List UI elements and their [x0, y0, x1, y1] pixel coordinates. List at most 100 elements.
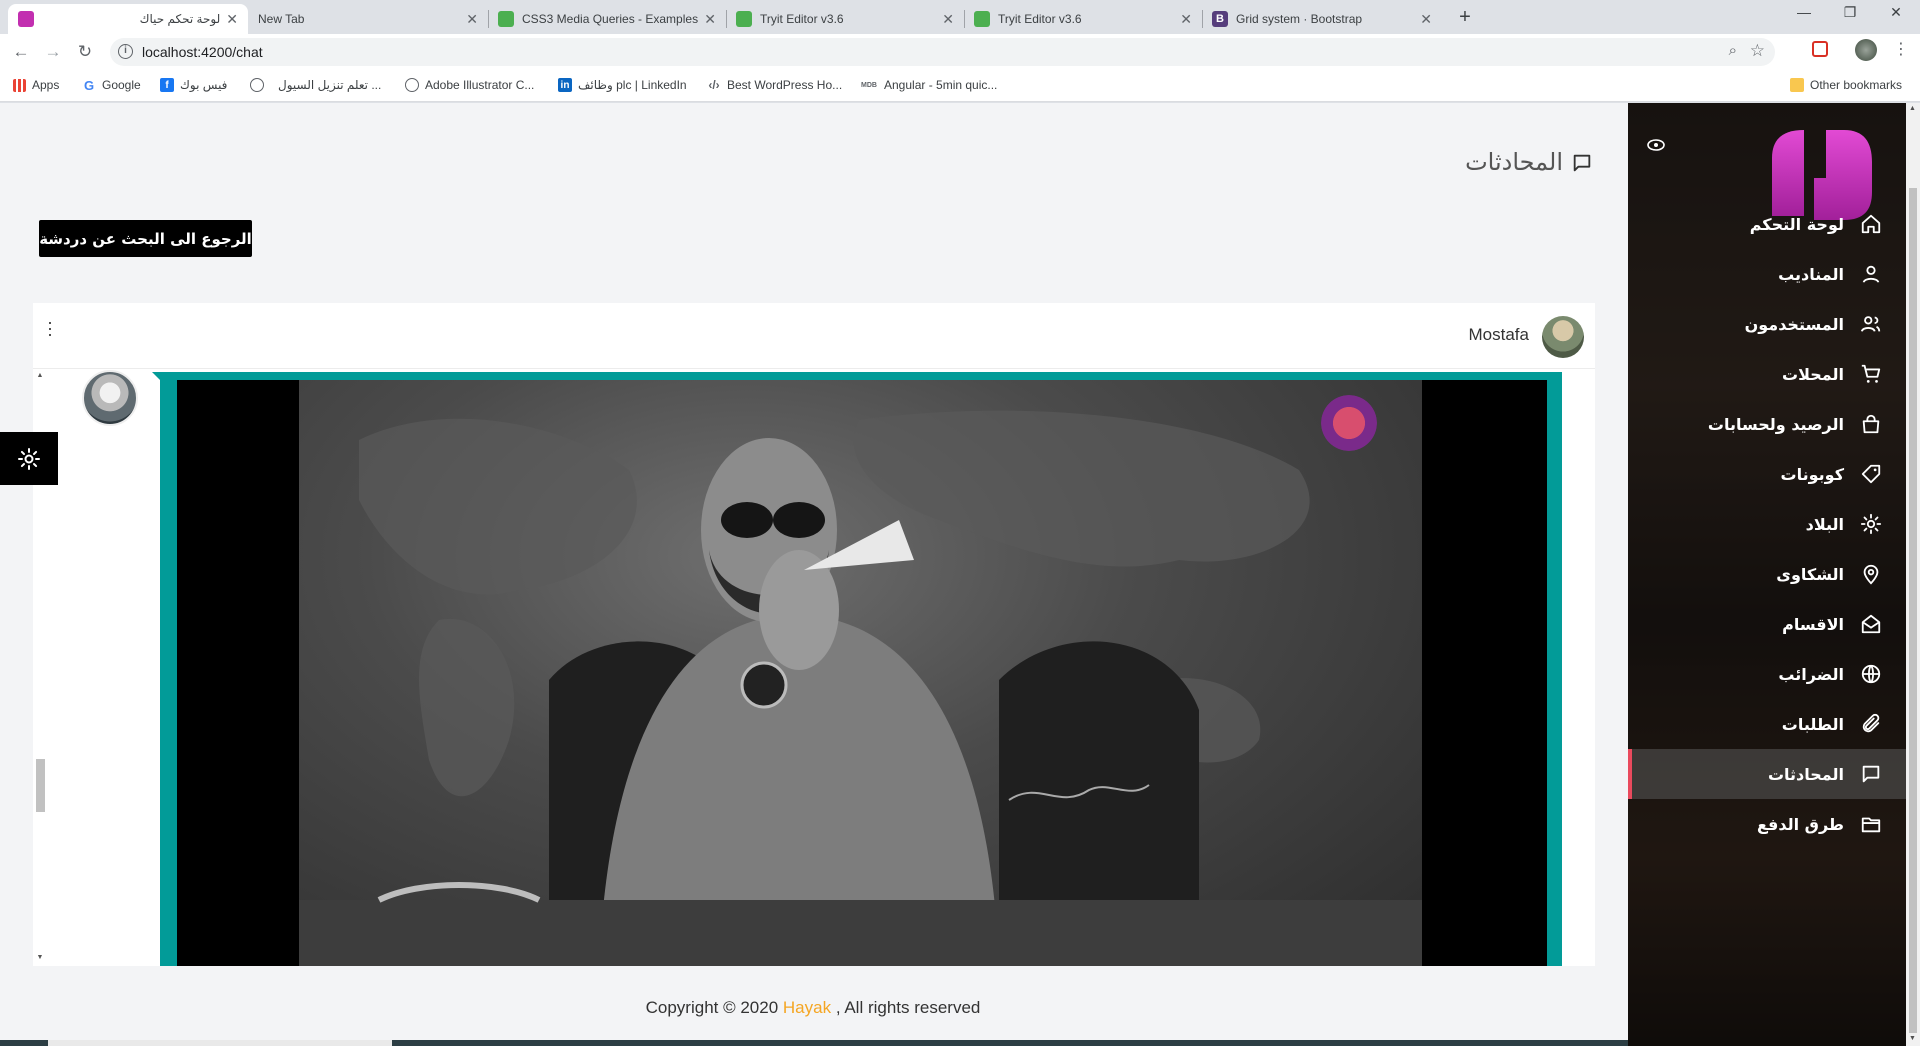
close-icon[interactable]: ✕ [942, 11, 954, 28]
chat-icon [1573, 154, 1591, 171]
sidebar-item-shops[interactable]: المحلات [1628, 349, 1906, 399]
restore-button[interactable]: ❐ [1830, 4, 1870, 21]
sidebar-item-coupons[interactable]: كوبونات [1628, 449, 1906, 499]
settings-toggle-button[interactable] [0, 432, 58, 485]
scroll-down-arrow-icon[interactable]: ▼ [1909, 1035, 1916, 1042]
sidebar-item-label: المحلات [1782, 364, 1844, 384]
sidebar-item-label: الضرائب [1778, 664, 1844, 684]
scroll-up-arrow-icon[interactable]: ▲ [35, 372, 45, 379]
scroll-up-arrow-icon[interactable]: ▲ [1909, 105, 1916, 112]
w3-icon [498, 11, 514, 27]
new-tab-button[interactable]: + [1453, 5, 1477, 29]
w3-icon [974, 11, 990, 27]
bookmark-angular[interactable]: MDB Angular - 5min quic... [860, 78, 997, 92]
close-window-button[interactable]: ✕ [1876, 4, 1916, 21]
tab-hayak-dashboard[interactable]: لوحة تحكم حياك ✕ [8, 4, 248, 34]
sidebar-item-taxes[interactable]: الضرائب [1628, 649, 1906, 699]
sidebar-item-categories[interactable]: الاقسام [1628, 599, 1906, 649]
kebab-menu-icon[interactable]: ⋮ [1893, 39, 1909, 59]
users-icon [1860, 316, 1881, 332]
close-icon[interactable]: ✕ [466, 11, 478, 28]
sidebar-item-countries[interactable]: البلاد [1628, 499, 1906, 549]
sender-avatar [82, 370, 138, 426]
tab-tryit-editor-2[interactable]: Tryit Editor v3.6 ✕ [964, 4, 1202, 34]
bootstrap-icon: B [1212, 11, 1228, 27]
address-bar[interactable]: i localhost:4200/chat ⌕ ☆ [110, 38, 1775, 66]
sidebar-item-label: الشكاوى [1776, 564, 1844, 584]
location-pin-icon [1863, 564, 1879, 585]
facebook-icon: f [160, 78, 174, 92]
sidebar-item-balance[interactable]: الرصيد ولحسابات [1628, 399, 1906, 449]
sidebar-item-complaints[interactable]: الشكاوى [1628, 549, 1906, 599]
cart-icon [1861, 364, 1881, 383]
sidebar-item-delegates[interactable]: المناديب [1628, 249, 1906, 299]
eye-icon[interactable] [1647, 138, 1665, 152]
tab-title: Grid system · Bootstrap [1236, 12, 1363, 26]
tab-css3-media-queries[interactable]: CSS3 Media Queries - Examples ✕ [488, 4, 726, 34]
sidebar-item-dashboard[interactable]: لوحة التحكم [1628, 199, 1906, 249]
sidebar-item-orders[interactable]: الطلبات [1628, 699, 1906, 749]
sidebar-item-payment-methods[interactable]: طرق الدفع [1628, 799, 1906, 849]
tab-title: Tryit Editor v3.6 [760, 12, 844, 26]
bookmark-label: Adobe Illustrator C... [425, 78, 535, 92]
bookmark-linkedin[interactable]: in وظائف plc | LinkedIn [558, 78, 687, 92]
message-bubble [152, 372, 1562, 966]
profile-avatar[interactable] [1855, 39, 1877, 61]
tab-new-tab[interactable]: New Tab ✕ [248, 4, 488, 34]
bookmark-facebook[interactable]: f فيس بوك [160, 78, 227, 92]
video-player[interactable] [177, 380, 1547, 966]
scrollbar-thumb[interactable] [36, 759, 45, 812]
bookmark-wordpress[interactable]: ‹/› Best WordPress Ho... [707, 78, 842, 92]
page-scrollbar-thumb[interactable] [1909, 188, 1917, 1033]
close-icon[interactable]: ✕ [226, 11, 238, 28]
chat-card: · · · Mostafa ▲ ▼ [33, 303, 1595, 966]
back-arrow-icon[interactable]: ← [10, 42, 32, 62]
url-text[interactable]: localhost:4200/chat [142, 44, 263, 60]
page-title: المحادثات [1465, 148, 1593, 177]
other-bookmarks[interactable]: Other bookmarks [1790, 78, 1902, 92]
message-list[interactable]: ▲ ▼ [33, 370, 1595, 966]
page-content: المحادثات الرجوع الى البحث عن دردشة · · · … [0, 103, 1920, 1046]
page-title-text: المحادثات [1465, 149, 1563, 176]
copyright-text: Copyright © 2020 [645, 998, 783, 1017]
sidebar-item-label: الطلبات [1781, 714, 1844, 734]
scroll-down-arrow-icon[interactable]: ▼ [35, 954, 45, 961]
sidebar-item-label: المحادثات [1767, 764, 1844, 784]
sidebar-item-chats[interactable]: المحادثات [1628, 749, 1906, 799]
info-icon[interactable]: i [118, 44, 133, 59]
tab-bootstrap-grid[interactable]: B Grid system · Bootstrap ✕ [1202, 4, 1442, 34]
back-to-chat-search-button[interactable]: الرجوع الى البحث عن دردشة [39, 220, 252, 257]
bookmark-star-icon[interactable]: ☆ [1750, 41, 1765, 61]
close-icon[interactable]: ✕ [704, 11, 716, 28]
paperclip-icon [1862, 713, 1880, 733]
folder-icon [1790, 78, 1804, 92]
bookmark-apps[interactable]: Apps [13, 78, 59, 92]
extension-icon[interactable] [1812, 41, 1828, 57]
bookmarks-bar: Apps G Google f فيس بوك تعلم تنزيل السيو… [0, 70, 1920, 102]
bookmark-illustrator[interactable]: Adobe Illustrator C... [405, 78, 534, 92]
bookmark-label: فيس بوك [180, 78, 228, 92]
folder-icon [1861, 817, 1881, 833]
close-icon[interactable]: ✕ [1420, 11, 1432, 28]
reload-icon[interactable]: ↻ [74, 42, 96, 62]
chat-user-avatar [1542, 316, 1584, 358]
w3-icon [736, 11, 752, 27]
tab-tryit-editor-1[interactable]: Tryit Editor v3.6 ✕ [726, 4, 964, 34]
brand-link[interactable]: Hayak [783, 998, 831, 1017]
envelope-open-icon [1861, 614, 1881, 634]
gear-icon [18, 447, 40, 470]
video-frame [299, 380, 1422, 966]
bookmark-google[interactable]: G Google [82, 78, 141, 93]
page-scrollbar[interactable]: ▲ ▼ [1906, 103, 1920, 1046]
globe-icon [405, 78, 419, 92]
zoom-icon[interactable]: ⌕ [1729, 42, 1737, 59]
minimize-button[interactable]: — [1784, 4, 1824, 20]
bookmark-torrent[interactable]: تعلم تنزيل السيول ... [250, 78, 381, 92]
sidebar-item-users[interactable]: المستخدمون [1628, 299, 1906, 349]
sidebar-item-label: لوحة التحكم [1749, 214, 1844, 234]
forward-arrow-icon[interactable]: → [42, 42, 64, 62]
sidebar-item-label: الرصيد ولحسابات [1707, 414, 1844, 434]
home-icon [1861, 214, 1881, 234]
close-icon[interactable]: ✕ [1180, 11, 1192, 28]
more-options-icon[interactable]: · · · [45, 313, 55, 343]
